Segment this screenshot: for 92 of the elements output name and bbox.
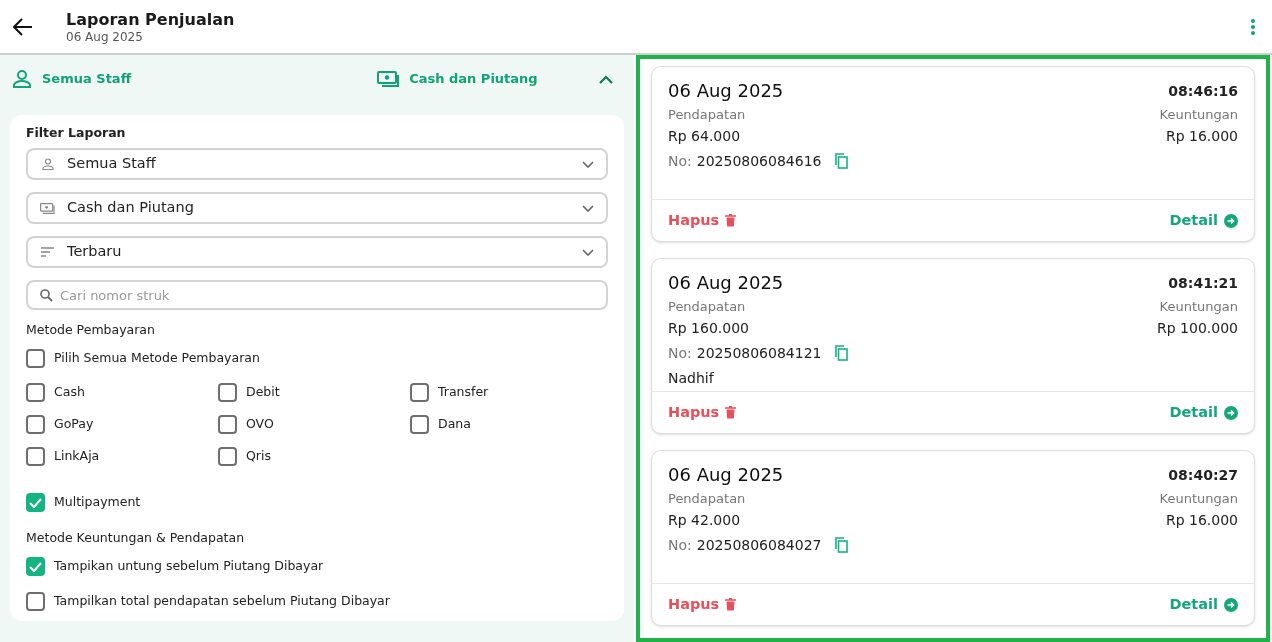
search-icon (40, 289, 53, 302)
checkbox[interactable] (26, 383, 45, 402)
delete-button[interactable]: Hapus (668, 593, 737, 616)
transaction-time: 08:46:16 (1168, 81, 1238, 101)
staff-summary: Semua Staff (42, 70, 132, 89)
profit-amount: Rp 16.000 (1165, 126, 1238, 146)
checkbox[interactable] (26, 557, 45, 576)
copy-icon (834, 153, 849, 169)
money-icon (377, 70, 401, 88)
revenue-label: Pendapatan (668, 106, 746, 124)
staff-name: Nadhif (668, 368, 715, 388)
delete-button[interactable]: Hapus (668, 209, 737, 232)
more-menu-button[interactable] (1248, 16, 1258, 37)
transaction-date: 06 Aug 2025 (668, 463, 784, 487)
more-icon (1251, 18, 1255, 35)
chevron-up-icon (599, 74, 613, 84)
checkbox-label: LinkAja (54, 447, 100, 466)
checkbox-label: GoPay (54, 415, 94, 434)
detail-button[interactable]: Detail (1169, 401, 1238, 424)
checkbox[interactable] (410, 415, 429, 434)
revenue-label: Pendapatan (668, 490, 746, 508)
revenue-label: Pendapatan (668, 298, 746, 316)
back-button[interactable] (12, 15, 34, 38)
transaction-time: 08:41:21 (1168, 273, 1238, 293)
checkbox-label: Tampikan untung sebelum Piutang Dibayar (54, 557, 324, 576)
section-heading: Metode Keuntungan & Pendapatan (26, 530, 246, 546)
checkbox[interactable] (410, 383, 429, 402)
person-icon (12, 70, 32, 88)
arrow-circle-icon (1224, 405, 1238, 420)
page-subtitle: 06 Aug 2025 (66, 29, 144, 44)
revenue-amount: Rp 64.000 (668, 126, 741, 146)
page-title: Laporan Penjualan (66, 9, 235, 30)
section-heading: Filter Laporan (26, 125, 127, 141)
checkbox[interactable] (218, 383, 237, 402)
number-label: No: (668, 343, 692, 363)
search-field[interactable]: Cari nomor struk (26, 280, 608, 310)
transaction-date: 06 Aug 2025 (668, 79, 784, 103)
chevron-down-icon (582, 204, 594, 212)
receipt-number: 20250806084121 (696, 343, 822, 363)
detail-button[interactable]: Detail (1169, 593, 1238, 616)
chevron-down-icon (582, 160, 594, 168)
checkbox-label: Multipayment (54, 493, 141, 512)
checkbox[interactable] (26, 447, 45, 466)
checkbox-label: Tampilkan total pendapatan sebelum Piutang Dibayar (54, 592, 390, 611)
transaction-time: 08:40:27 (1168, 465, 1238, 485)
dropdown[interactable]: Cash dan Piutang (26, 192, 608, 224)
back-arrow-icon (13, 17, 33, 36)
copy-button[interactable] (833, 345, 850, 361)
person-icon (41, 158, 54, 170)
receipt-number: 20250806084027 (696, 535, 822, 555)
payment-summary: Cash dan Piutang (409, 70, 538, 89)
dropdown[interactable]: Semua Staff (26, 148, 608, 180)
checkbox-label: Debit (246, 383, 280, 402)
delete-button[interactable]: Hapus (668, 401, 737, 424)
receipt-number: 20250806084616 (696, 151, 822, 171)
checkbox-label: OVO (246, 415, 274, 434)
revenue-amount: Rp 42.000 (668, 510, 741, 530)
checkbox[interactable] (26, 349, 45, 368)
profit-label: Keuntungan (1159, 106, 1238, 124)
number-label: No: (668, 535, 692, 555)
sort-icon (41, 247, 54, 257)
checkbox-label: Transfer (438, 383, 489, 402)
checkbox-label: Cash (54, 383, 85, 402)
checkbox-label: Qris (246, 447, 271, 466)
transaction-date: 06 Aug 2025 (668, 271, 784, 295)
profit-amount: Rp 100.000 (1157, 318, 1238, 338)
checkbox[interactable] (26, 415, 45, 434)
arrow-circle-icon (1224, 597, 1238, 612)
trash-icon (725, 214, 737, 227)
checkbox[interactable] (218, 415, 237, 434)
detail-button[interactable]: Detail (1169, 209, 1238, 232)
checkbox[interactable] (218, 447, 237, 466)
checkbox-label: Dana (438, 415, 471, 434)
copy-button[interactable] (833, 153, 850, 169)
arrow-circle-icon (1224, 213, 1238, 228)
copy-icon (834, 345, 849, 361)
section-heading: Metode Pembayaran (26, 322, 156, 338)
checkbox[interactable] (26, 493, 45, 512)
chevron-down-icon (582, 248, 594, 256)
profit-label: Keuntungan (1159, 298, 1238, 316)
money-icon (40, 202, 55, 214)
checkbox-label: Pilih Semua Metode Pembayaran (54, 349, 260, 368)
profit-amount: Rp 16.000 (1165, 510, 1238, 530)
trash-icon (725, 598, 737, 611)
trash-icon (725, 406, 737, 419)
profit-label: Keuntungan (1159, 490, 1238, 508)
copy-button[interactable] (833, 537, 850, 553)
checkbox[interactable] (26, 592, 45, 611)
copy-icon (834, 537, 849, 553)
dropdown[interactable]: Terbaru (26, 236, 608, 268)
revenue-amount: Rp 160.000 (668, 318, 749, 338)
number-label: No: (668, 151, 692, 171)
